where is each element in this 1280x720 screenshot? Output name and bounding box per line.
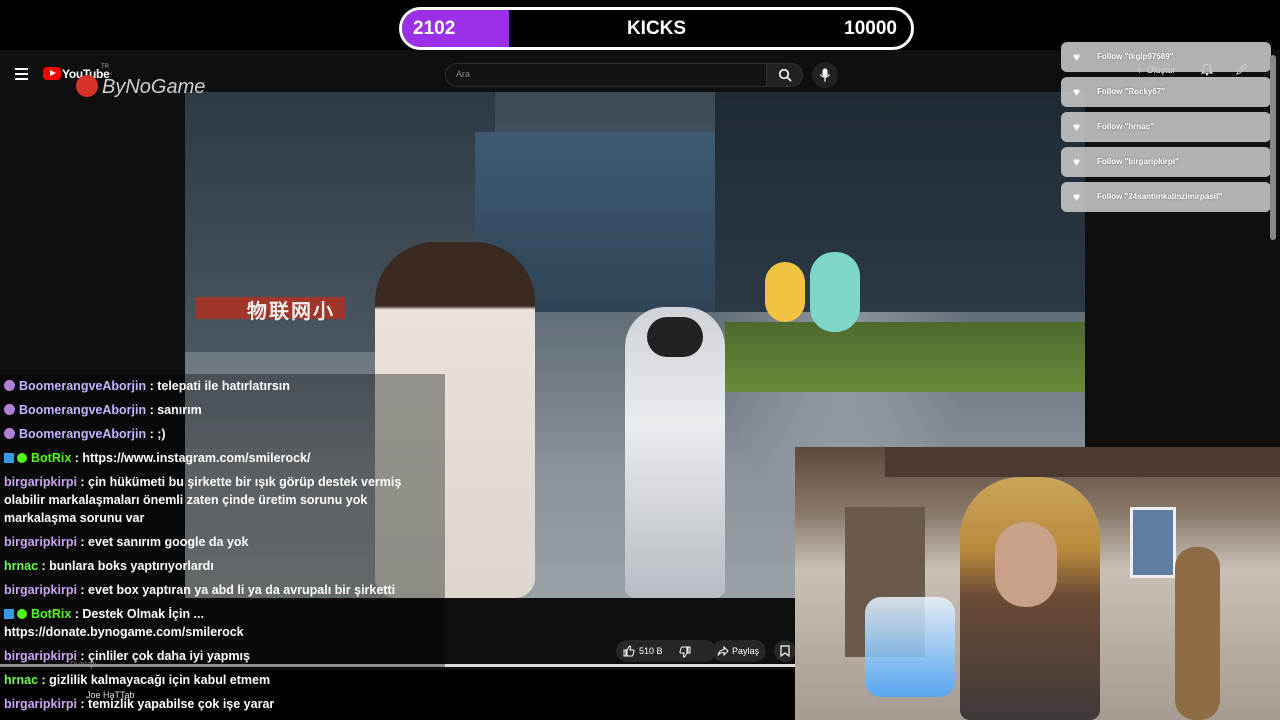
chat-username: birgaripkirpi <box>4 697 77 711</box>
chat-username: BoomerangveAborjin <box>19 403 147 417</box>
thumbs-up-icon <box>623 645 635 657</box>
chat-message: hrnac : gizlilik kalmayacağı için kabul … <box>0 668 445 692</box>
mascot-teal <box>810 252 860 332</box>
streamer-face <box>995 522 1057 607</box>
robot-face <box>647 317 703 357</box>
chat-text: : ;) <box>146 427 166 441</box>
search-button[interactable] <box>767 63 803 87</box>
webcam-guitar <box>1175 547 1220 720</box>
webcam-ceiling <box>885 447 1280 477</box>
chat-text: : bunlara boks yaptırıyorlardı <box>38 559 214 573</box>
heart-icon: ♥ <box>1073 190 1081 204</box>
bot-badge-icon <box>4 609 14 619</box>
subscriber-badge-icon <box>4 404 15 415</box>
chat-message: birgaripkirpi : çin hükümeti bu şirkette… <box>0 470 445 530</box>
verified-badge-icon <box>17 453 27 463</box>
follow-alert: ♥ Follow "tkglp97589" <box>1061 42 1271 72</box>
kicks-goal-bar: 2102 KICKS 10000 <box>399 7 914 50</box>
chat-username: BoomerangveAborjin <box>19 427 147 441</box>
bynogame-logo: ByNoGame <box>76 72 228 102</box>
chat-text: : çinliler çok daha iyi yapmış <box>76 649 250 663</box>
search-input[interactable]: Ara <box>445 63 767 87</box>
chat-message: birgaripkirpi : evet sanırım google da y… <box>0 530 445 554</box>
chat-message: hrnac : bunlara boks yaptırıyorlardı <box>0 554 445 578</box>
heart-icon: ♥ <box>1073 85 1081 99</box>
like-count: 510 B <box>639 646 663 656</box>
chat-text: : telepati ile hatırlatırsın <box>146 379 290 393</box>
heart-icon: ♥ <box>1073 120 1081 134</box>
chat-username: birgaripkirpi <box>4 535 77 549</box>
subscriber-badge-icon <box>4 380 15 391</box>
chat-username: hrnac <box>4 673 39 687</box>
bookmark-icon <box>780 645 790 657</box>
goal-target: 10000 <box>844 18 897 39</box>
chat-message: BoomerangveAborjin : ;) <box>0 422 445 446</box>
subscriber-badge-icon <box>4 428 15 439</box>
chat-username: hrnac <box>4 559 39 573</box>
chat-message: BotRix : Destek Olmak İçin ... https://d… <box>0 602 445 644</box>
webcam-painting <box>1130 507 1176 578</box>
chat-message: BoomerangveAborjin : sanırım <box>0 398 445 422</box>
chat-message: birgaripkirpi : evet box yaptıran ya abd… <box>0 578 445 602</box>
chat-username: BotRix <box>31 451 72 465</box>
video-sign-text: 物联网小 <box>247 301 335 323</box>
chat-text: : sanırım <box>146 403 202 417</box>
region-code: TR <box>101 64 109 70</box>
chat-username: BoomerangveAborjin <box>19 379 147 393</box>
heart-icon: ♥ <box>1073 155 1081 169</box>
follow-alert: ♥ Follow "birgaripkirpi" <box>1061 147 1271 177</box>
save-button[interactable] <box>774 640 796 662</box>
voice-search-button[interactable] <box>812 62 838 88</box>
chat-username: birgaripkirpi <box>4 649 77 663</box>
bot-badge-icon <box>4 453 14 463</box>
goal-label: KICKS <box>626 18 687 39</box>
chat-text: : gizlilik kalmayacağı için kabul etmem <box>38 673 271 687</box>
webcam-feed <box>795 447 1280 720</box>
video-action-bar: 510 B Paylaş <box>616 640 796 664</box>
youtube-logo-icon[interactable] <box>43 67 61 80</box>
thumbs-down-icon[interactable] <box>679 646 691 658</box>
follow-text: Follow "birgaripkirpi" <box>1097 157 1179 166</box>
chat-text: : evet box yaptıran ya abd li ya da avru… <box>76 583 396 597</box>
bynogame-text: ByNoGame <box>102 76 206 98</box>
verified-badge-icon <box>17 609 27 619</box>
chat-username: birgaripkirpi <box>4 583 77 597</box>
menu-icon[interactable] <box>15 68 28 80</box>
heart-icon: ♥ <box>1073 50 1081 64</box>
chat-overlay: BoomerangveAborjin : telepati ile hatırl… <box>0 374 445 720</box>
chat-message: BoomerangveAborjin : telepati ile hatırl… <box>0 374 445 398</box>
follow-alert: ♥ Follow "Rocky67" <box>1061 77 1271 107</box>
bynogame-icon <box>76 75 98 97</box>
webcam-light-device <box>865 597 955 697</box>
video-lawn <box>725 322 1085 392</box>
follow-alerts: ♥ Follow "tkglp97589" ♥ Follow "Rocky67" ♥… <box>1061 42 1271 217</box>
share-label: Paylaş <box>732 646 760 656</box>
search-placeholder: Ara <box>456 69 471 79</box>
chat-message: BotRix : https://www.instagram.com/smile… <box>0 446 445 470</box>
follow-alert: ♥ Follow "hrnac" <box>1061 112 1271 142</box>
follow-alert: ♥ Follow "24santimkalinzimirpasif" <box>1061 182 1271 212</box>
chat-text: : temizlik yapabilse çok işe yarar <box>76 697 275 711</box>
chat-message: birgaripkirpi : çinliler çok daha iyi ya… <box>0 644 445 668</box>
follow-text: Follow "hrnac" <box>1097 122 1154 131</box>
page-scrollbar[interactable] <box>1270 55 1276 240</box>
mascot-yellow <box>765 262 805 322</box>
follow-text: Follow "24santimkalinzimirpasif" <box>1097 192 1223 201</box>
chat-username: BotRix <box>31 607 72 621</box>
chat-message: birgaripkirpi : temizlik yapabilse çok i… <box>0 692 445 716</box>
share-button[interactable]: Paylaş <box>712 640 766 662</box>
like-button[interactable]: 510 B <box>616 640 716 662</box>
microphone-icon <box>819 68 831 82</box>
follow-text: Follow "Rocky67" <box>1097 87 1166 96</box>
follow-text: Follow "tkglp97589" <box>1097 52 1174 61</box>
chat-username: birgaripkirpi <box>4 475 77 489</box>
chat-text: : https://www.instagram.com/smilerock/ <box>71 451 311 465</box>
share-icon <box>717 645 729 657</box>
search-icon <box>778 68 792 82</box>
humanoid-robot <box>625 307 725 598</box>
chat-text: : evet sanırım google da yok <box>76 535 249 549</box>
